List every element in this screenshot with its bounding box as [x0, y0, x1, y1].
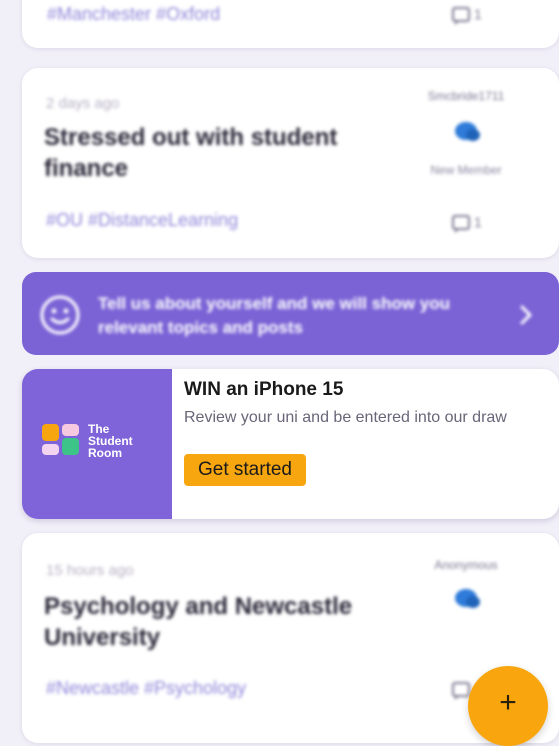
post-tags[interactable]: #Manchester #Oxford	[47, 4, 220, 25]
promo-title: WIN an iPhone 15	[184, 379, 344, 400]
post-tags[interactable]: #OU #DistanceLearning	[46, 210, 238, 231]
post-tags[interactable]: #Newcastle #Psychology	[46, 678, 246, 699]
smiley-icon	[40, 295, 80, 335]
comment-count[interactable]: 1	[452, 6, 482, 25]
comment-icon	[452, 6, 470, 25]
avatar-icon[interactable]	[452, 587, 482, 611]
new-post-fab[interactable]: +	[468, 666, 548, 746]
comment-icon	[452, 214, 470, 233]
comment-icon	[452, 682, 470, 700]
brand-panel: The Student Room	[22, 369, 172, 519]
author-name[interactable]: Anonymous	[410, 558, 522, 572]
student-room-logo-icon	[42, 424, 79, 455]
post-card-finance[interactable]: 2 days ago Stressed out with student fin…	[22, 68, 559, 258]
avatar-icon[interactable]	[452, 120, 482, 144]
promo-card[interactable]: The Student Room WIN an iPhone 15 Review…	[22, 369, 559, 519]
banner-text: Tell us about yourself and we will show …	[98, 294, 451, 337]
promo-description: Review your uni and be entered into our …	[184, 409, 507, 426]
post-time: 2 days ago	[46, 95, 120, 112]
brand-name: The Student Room	[88, 422, 133, 460]
author-name[interactable]: Smcbride1711	[410, 89, 522, 103]
post-card-top[interactable]: #Manchester #Oxford 1	[22, 0, 559, 48]
post-title[interactable]: Psychology and Newcastle University	[44, 591, 404, 653]
chevron-right-icon[interactable]	[518, 304, 534, 326]
comment-count[interactable]: 1	[452, 214, 482, 233]
get-started-button[interactable]: Get started	[184, 454, 306, 486]
author-badge: New Member	[430, 163, 502, 177]
personalize-banner[interactable]: Tell us about yourself and we will show …	[22, 272, 559, 355]
post-time: 15 hours ago	[46, 562, 134, 579]
post-title[interactable]: Stressed out with student finance	[44, 122, 394, 184]
